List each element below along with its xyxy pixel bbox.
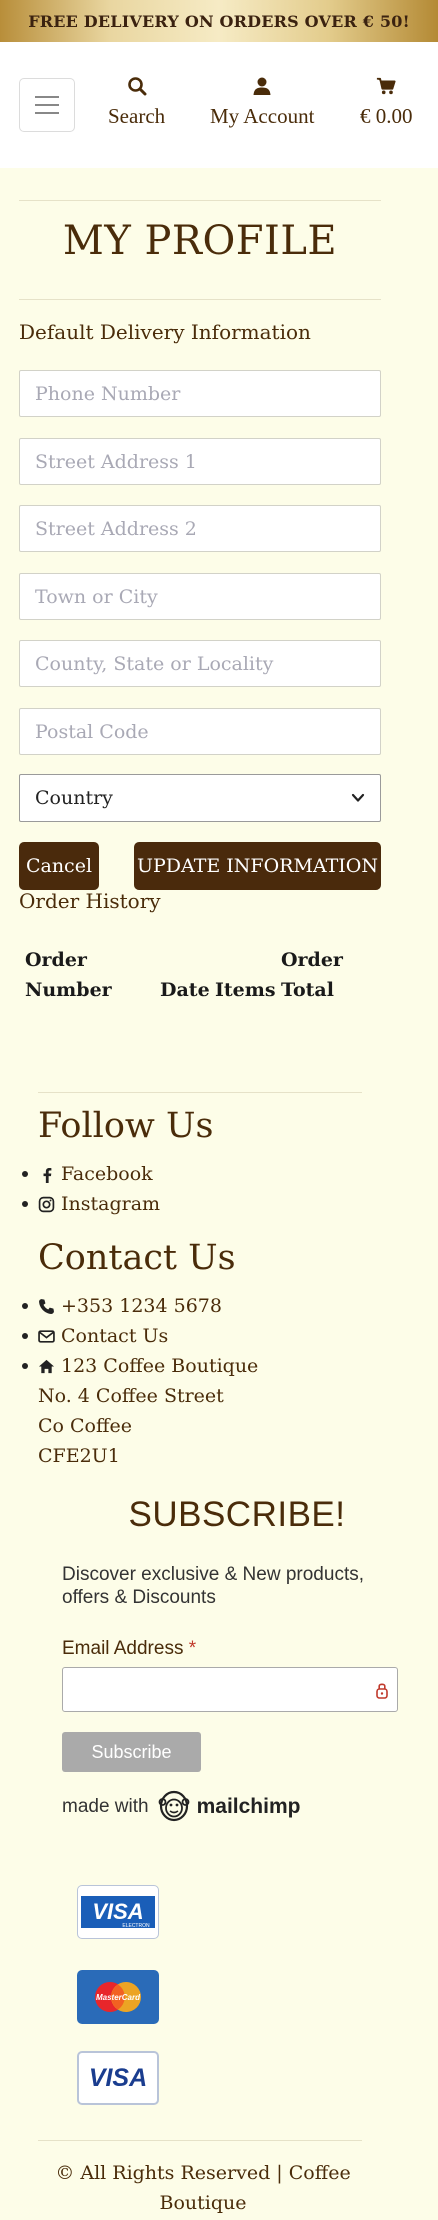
visa-electron-text: VISA bbox=[92, 1899, 143, 1924]
instagram-icon bbox=[38, 1196, 55, 1212]
street-address-1-field[interactable] bbox=[19, 438, 381, 485]
street-address-2-input[interactable] bbox=[20, 506, 380, 551]
email-field[interactable] bbox=[62, 1667, 398, 1712]
lock-icon bbox=[376, 1683, 388, 1699]
country-select-value: Country bbox=[35, 787, 113, 809]
cancel-button[interactable]: Cancel bbox=[19, 842, 99, 890]
subscribe-heading: SUBSCRIBE! bbox=[128, 1495, 346, 1534]
order-history-heading: Order History bbox=[19, 889, 161, 913]
search-icon bbox=[108, 76, 165, 100]
phone-icon bbox=[39, 1298, 54, 1314]
postal-code-field[interactable] bbox=[19, 708, 381, 755]
visa-text: VISA bbox=[89, 2064, 147, 2092]
cart-nav-link[interactable]: € 0.00 bbox=[360, 76, 413, 129]
contact-us-heading: Contact Us bbox=[38, 1238, 236, 1278]
search-label: Search bbox=[108, 104, 166, 128]
instagram-link[interactable]: Instagram bbox=[22, 1193, 160, 1215]
site-header: Search My Account € 0.00 bbox=[0, 42, 438, 168]
address-line-2: No. 4 Coffee Street bbox=[38, 1385, 224, 1407]
chevron-down-icon bbox=[351, 793, 365, 802]
town-city-field[interactable] bbox=[19, 573, 381, 620]
phone-number: +353 1234 5678 bbox=[61, 1295, 222, 1317]
mailchimp-brand: mailchimp bbox=[196, 1795, 301, 1818]
facebook-label: Facebook bbox=[61, 1163, 153, 1185]
shopping-cart-icon bbox=[360, 76, 413, 100]
facebook-link[interactable]: Facebook bbox=[22, 1163, 153, 1185]
copyright-line-2: Boutique bbox=[159, 2192, 247, 2214]
email-label-text: Email Address bbox=[62, 1638, 184, 1659]
envelope-icon bbox=[38, 1329, 55, 1343]
update-information-button[interactable]: UPDATE INFORMATION bbox=[134, 842, 381, 890]
copyright-line-1: © All Rights Reserved | Coffee bbox=[55, 2162, 351, 2184]
phone-number-field[interactable] bbox=[19, 370, 381, 417]
divider bbox=[38, 2140, 362, 2141]
country-select[interactable]: Country bbox=[19, 774, 381, 822]
address-line-3: Co Coffee bbox=[38, 1415, 132, 1437]
instagram-label: Instagram bbox=[61, 1193, 161, 1215]
my-account-label: My Account bbox=[210, 104, 315, 128]
phone-number-input[interactable] bbox=[20, 371, 380, 416]
postal-code-input[interactable] bbox=[20, 709, 380, 754]
email-label: Email Address * bbox=[62, 1638, 196, 1660]
mastercard-text: MasterCard bbox=[96, 1993, 141, 2002]
contact-us-link[interactable]: Contact Us bbox=[22, 1325, 168, 1347]
free-delivery-banner: FREE DELIVERY ON ORDERS OVER € 50! bbox=[0, 0, 438, 42]
required-indicator: * bbox=[188, 1638, 197, 1659]
visa-electron-subtext: ELECTRON bbox=[122, 1923, 150, 1929]
col-order-total-line2: Total bbox=[281, 979, 334, 1001]
menu-toggle-button[interactable] bbox=[19, 78, 75, 132]
address-line-4: CFE2U1 bbox=[38, 1445, 120, 1467]
street-address-1-input[interactable] bbox=[20, 439, 380, 484]
mailchimp-logo-icon bbox=[158, 1790, 190, 1822]
col-order-number-line2: Number bbox=[25, 979, 112, 1001]
follow-us-heading: Follow Us bbox=[38, 1106, 214, 1146]
facebook-icon bbox=[43, 1167, 52, 1183]
user-icon bbox=[210, 76, 314, 100]
visa-electron-card: VISA ELECTRON bbox=[77, 1885, 159, 1939]
delivery-info-heading: Default Delivery Information bbox=[19, 320, 311, 344]
page-title: MY PROFILE bbox=[62, 218, 338, 264]
col-order-number-line1: Order bbox=[25, 949, 87, 971]
divider bbox=[19, 299, 381, 300]
visa-card: VISA bbox=[77, 2051, 159, 2105]
home-icon bbox=[38, 1359, 55, 1373]
banner-text: FREE DELIVERY ON ORDERS OVER € 50! bbox=[28, 11, 410, 31]
made-with-text: made with bbox=[62, 1796, 149, 1817]
subscribe-button[interactable]: Subscribe bbox=[62, 1732, 201, 1772]
address-line-1: 123 Coffee Boutique bbox=[61, 1355, 259, 1377]
address-item: 123 Coffee Boutique bbox=[22, 1355, 258, 1377]
search-nav-link[interactable]: Search bbox=[108, 76, 165, 129]
county-input[interactable] bbox=[20, 641, 380, 686]
col-order-total-line1: Order bbox=[281, 949, 343, 971]
cart-total: € 0.00 bbox=[360, 104, 413, 128]
divider bbox=[19, 200, 381, 201]
col-items: Items bbox=[215, 979, 276, 1001]
town-city-input[interactable] bbox=[20, 574, 380, 619]
subscribe-description: Discover exclusive & New products, offer… bbox=[62, 1564, 364, 1608]
mastercard-card: MasterCard bbox=[77, 1970, 159, 2024]
col-date: Date bbox=[160, 979, 210, 1001]
contact-us-label: Contact Us bbox=[61, 1325, 169, 1347]
divider bbox=[38, 1092, 362, 1093]
hamburger-icon bbox=[35, 96, 59, 98]
mailchimp-badge[interactable]: made with mailchimp bbox=[62, 1787, 300, 1827]
street-address-2-field[interactable] bbox=[19, 505, 381, 552]
copyright-notice: © All Rights Reserved | Coffee Boutique bbox=[38, 2158, 368, 2218]
phone-link[interactable]: +353 1234 5678 bbox=[22, 1295, 222, 1317]
county-field[interactable] bbox=[19, 640, 381, 687]
my-account-nav-link[interactable]: My Account bbox=[210, 76, 314, 129]
